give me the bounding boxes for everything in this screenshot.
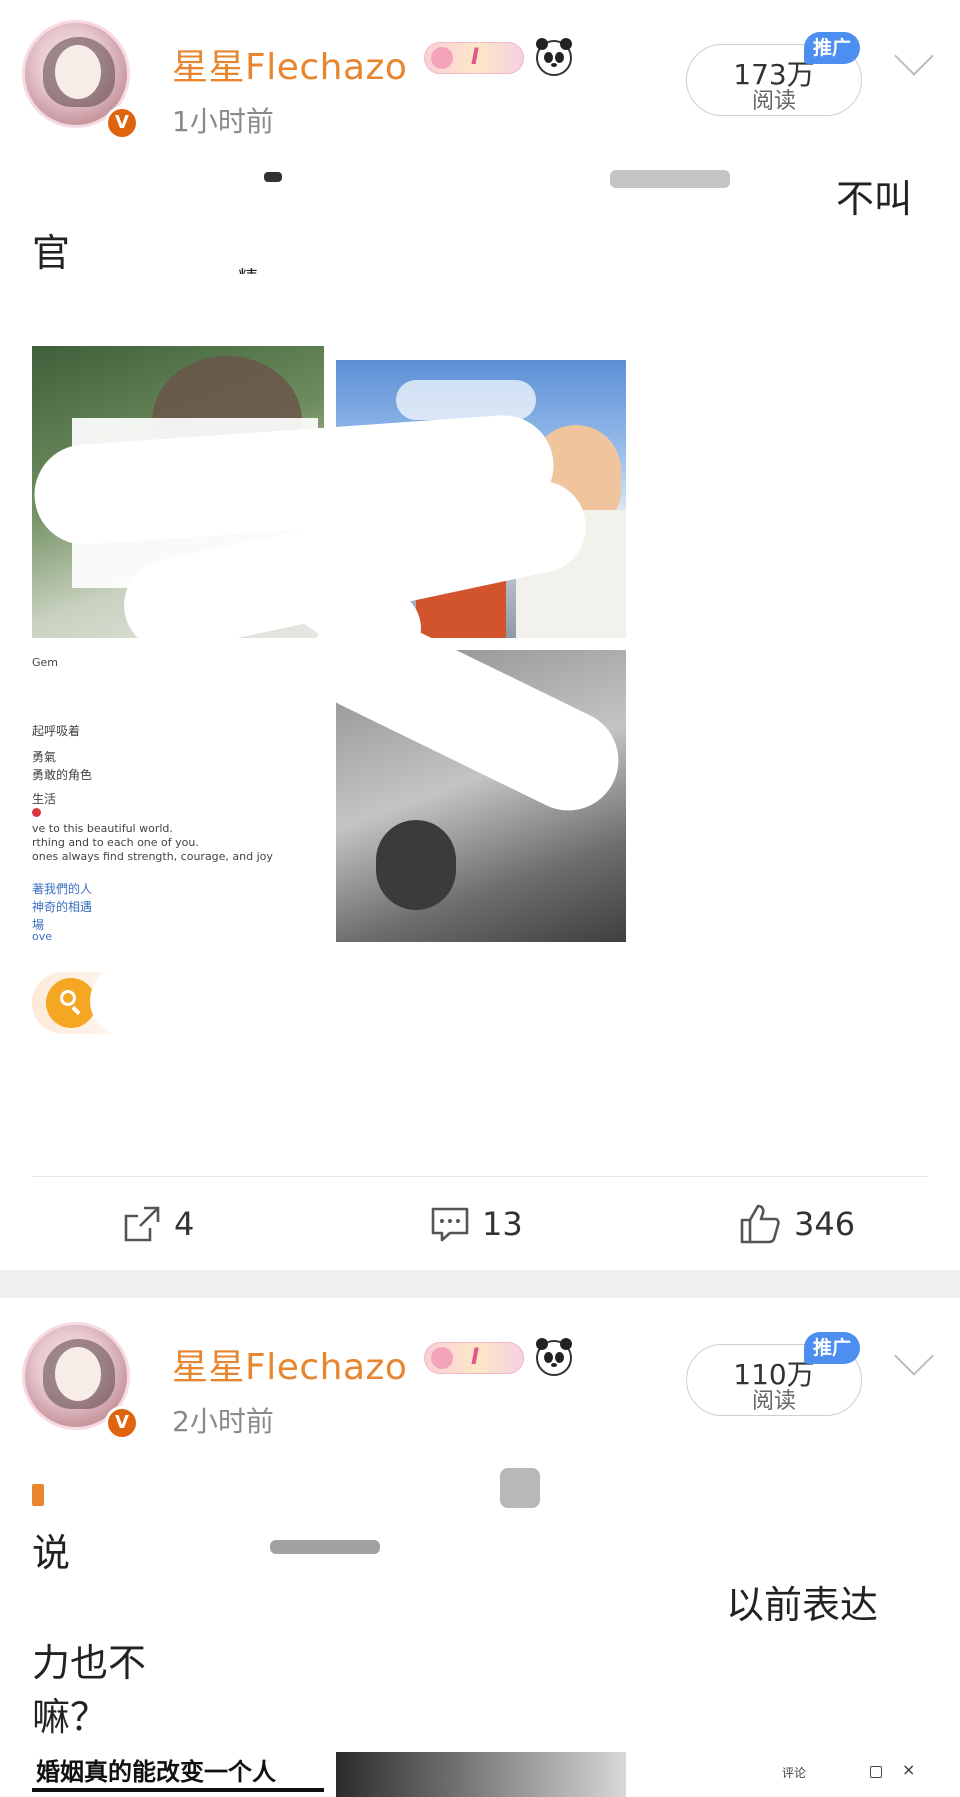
post-text-fragment: 精 [238, 262, 258, 274]
post-text-fragment: 力也不 [32, 1641, 147, 1685]
verified-badge-icon: V [105, 1406, 139, 1440]
thumbs-up-icon [740, 1204, 780, 1244]
share-button[interactable]: 4 [122, 1204, 194, 1244]
mini-comment-label: 评论 [782, 1766, 807, 1780]
expand-icon[interactable] [870, 1766, 882, 1778]
post-text-fragment: 不叫 [836, 177, 913, 221]
badge-level: I [471, 1345, 480, 1370]
timestamp: 1小时前 [172, 105, 274, 138]
badge-level: I [471, 45, 480, 70]
screenshot-line: 勇敢的角色 [32, 768, 93, 782]
username[interactable]: 星星Flechazo [172, 1338, 407, 1390]
chevron-down-icon[interactable] [894, 1336, 934, 1376]
video-duration: 00:07 [236, 601, 311, 631]
screenshot-line: 著我們的人 [32, 882, 93, 896]
screenshot-line: 神奇的相遇 [32, 900, 93, 914]
thumbnail-caption: 婚姻真的能改变一个人 [36, 1758, 276, 1786]
read-label: 阅读 [751, 89, 796, 114]
timestamp: 2小时前 [172, 1405, 274, 1438]
text-smudge [32, 1484, 44, 1506]
comment-icon [431, 1207, 469, 1242]
verified-badge-icon: V [105, 106, 139, 140]
post-text-fragment: 官 [32, 231, 71, 275]
username[interactable]: 星星Flechazo [172, 38, 407, 90]
text-smudge [270, 1540, 380, 1554]
screenshot-line: 生活 [32, 792, 57, 806]
screenshot-line: ove [32, 930, 53, 942]
share-icon [124, 1206, 160, 1242]
promo-tag: 推广 [804, 32, 860, 64]
panda-icon [536, 38, 572, 76]
fan-level-badge: I [424, 1342, 524, 1374]
divider [32, 1176, 928, 1177]
fan-level-badge: I [424, 42, 524, 74]
screenshot-line: 起呼吸着 [32, 724, 81, 738]
comment-button[interactable]: 13 [430, 1204, 523, 1244]
share-count: 4 [174, 1205, 195, 1243]
search-icon [46, 978, 96, 1028]
post-text-fragment: 说 [32, 1531, 71, 1575]
read-label: 阅读 [751, 1389, 796, 1414]
panda-icon [536, 1338, 572, 1376]
like-count: 346 [794, 1205, 856, 1243]
text-smudge [500, 1468, 540, 1508]
text-smudge [610, 170, 730, 188]
screenshot-line: ve to this beautiful world. [32, 822, 173, 835]
chevron-down-icon[interactable] [894, 36, 934, 76]
text-smudge [264, 172, 282, 182]
close-icon[interactable]: × [902, 1760, 915, 1779]
feed-separator [0, 1270, 960, 1298]
post-text-fragment: 嘛？ [32, 1695, 109, 1739]
post-text-fragment: 以前表达 [726, 1583, 879, 1627]
redaction-stroke [90, 966, 510, 1036]
screenshot-line: Gem [32, 656, 59, 669]
thumbnail-underline [32, 1788, 324, 1792]
comment-count: 13 [482, 1205, 523, 1243]
promo-tag: 推广 [804, 1332, 860, 1364]
screenshot-line: rthing and to each one of you. [32, 836, 199, 849]
image-tile-bottom-left[interactable]: Gem 起呼吸着 勇氣 勇敢的角色 生活 ve to this beautifu… [32, 650, 324, 942]
screenshot-line: 勇氣 [32, 750, 57, 764]
screenshot-line: ones always find strength, courage, and … [32, 850, 273, 863]
image-tile-bottom-middle[interactable] [336, 1752, 626, 1797]
like-button[interactable]: 346 [738, 1202, 855, 1246]
